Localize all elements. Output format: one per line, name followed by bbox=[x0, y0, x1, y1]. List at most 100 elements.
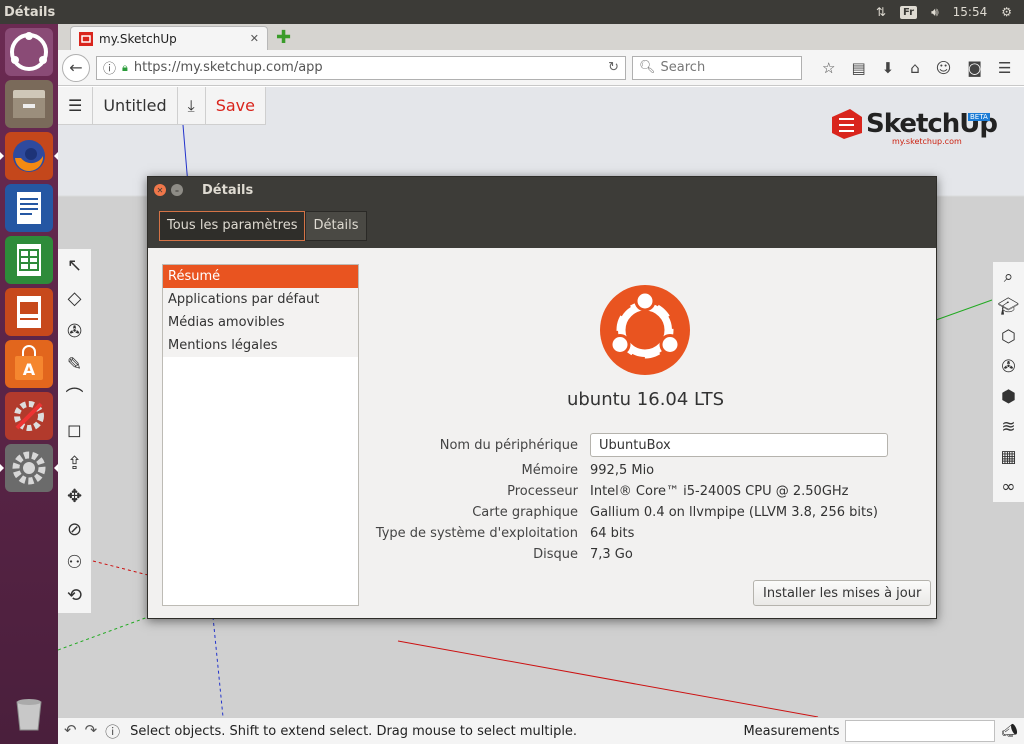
chat-icon[interactable]: ☺ bbox=[936, 59, 952, 77]
distro-name: ubuntu 16.04 LTS bbox=[566, 389, 725, 410]
sketchup-favicon-icon bbox=[79, 31, 93, 46]
hamburger-menu-icon[interactable]: ☰ bbox=[58, 87, 94, 124]
push-pull-icon[interactable]: ⇪ bbox=[63, 453, 87, 475]
ubuntu-logo-icon bbox=[600, 285, 690, 375]
info-key: Disque bbox=[533, 547, 578, 562]
sidebar-item-removable-media[interactable]: Médias amovibles bbox=[163, 311, 358, 334]
keyboard-layout-indicator[interactable]: Fr bbox=[899, 5, 918, 19]
device-name-field[interactable]: UbuntuBox bbox=[590, 433, 888, 457]
walk-tool-icon[interactable]: ⚇ bbox=[63, 552, 87, 574]
reading-list-icon[interactable]: ▤ bbox=[851, 59, 865, 77]
undo-icon[interactable]: ↶ bbox=[64, 721, 77, 742]
system-tools-icon[interactable] bbox=[5, 392, 53, 440]
info-icon[interactable]: ⓘ bbox=[103, 58, 116, 77]
software-center-icon[interactable]: A bbox=[5, 340, 53, 388]
instructor-icon[interactable]: 🎓︎ bbox=[998, 296, 1020, 318]
calc-app-icon[interactable] bbox=[5, 236, 53, 284]
save-button[interactable]: Save bbox=[206, 87, 266, 124]
tape-measure-icon[interactable]: ⊘ bbox=[63, 519, 87, 541]
install-updates-button[interactable]: Installer les mises à jour bbox=[753, 580, 932, 606]
launcher: A bbox=[0, 24, 58, 744]
info-key: Processeur bbox=[507, 484, 578, 499]
dialog-toolbar: Tous les paramètres Détails bbox=[148, 203, 936, 248]
rectangle-tool-icon[interactable]: ◻ bbox=[63, 420, 87, 442]
search-input[interactable]: 🔍︎ Search bbox=[632, 55, 802, 80]
help-icon[interactable]: ⓘ bbox=[105, 721, 120, 742]
info-value: 7,3 Go bbox=[590, 547, 633, 562]
measurements-label: Measurements bbox=[743, 723, 840, 739]
arc-tool-icon[interactable]: ⌒ bbox=[63, 387, 87, 409]
sidebar-item-default-apps[interactable]: Applications par défaut bbox=[163, 288, 358, 311]
dash-button[interactable] bbox=[5, 28, 53, 76]
close-window-icon[interactable]: ✕ bbox=[154, 184, 166, 196]
lock-icon: 🔒︎ bbox=[122, 60, 128, 74]
network-icon[interactable]: ⇅ bbox=[876, 5, 886, 19]
download-model-icon[interactable]: ⤓ bbox=[178, 87, 206, 124]
new-tab-icon[interactable]: ✚ bbox=[276, 27, 291, 48]
all-settings-button[interactable]: Tous les paramètres bbox=[159, 210, 306, 241]
info-row-graphics: Carte graphique Gallium 0.4 on llvmpipe … bbox=[318, 502, 888, 523]
system-info: Nom du périphérique UbuntuBox Mémoire 99… bbox=[318, 432, 888, 565]
feedback-megaphone-icon[interactable]: 📣︎ bbox=[1001, 724, 1018, 739]
close-tab-icon[interactable]: ✕ bbox=[250, 32, 259, 45]
details-breadcrumb-button[interactable]: Détails bbox=[305, 210, 367, 241]
measurements-input[interactable] bbox=[845, 720, 996, 742]
tab-title: my.SketchUp bbox=[99, 31, 177, 46]
search-icon: 🔍︎ bbox=[639, 60, 656, 75]
back-button[interactable]: ← bbox=[62, 53, 90, 82]
components-icon[interactable]: ⬡ bbox=[1001, 326, 1016, 348]
trash-icon[interactable] bbox=[5, 690, 53, 738]
clock[interactable]: 15:54 bbox=[953, 5, 988, 19]
url-bar[interactable]: ⓘ 🔒︎ https://my.sketchup.com/app ↻ bbox=[96, 55, 626, 80]
orbit-tool-icon[interactable]: ⟲ bbox=[63, 585, 87, 607]
sketchup-logo-icon bbox=[832, 109, 862, 139]
nav-bar: ← ⓘ 🔒︎ https://my.sketchup.com/app ↻ 🔍︎ … bbox=[58, 50, 1024, 86]
panels-toolbar: ⌕ 🎓︎ ⬡ ✇ ⬢ ≋ ▦ ∞ bbox=[992, 262, 1024, 502]
sketchup-topbar: ☰ Untitled ⤓ Save bbox=[58, 87, 266, 125]
paint-bucket-icon[interactable]: ✇ bbox=[63, 321, 87, 343]
dialog-body: Résumé Applications par défaut Médias am… bbox=[148, 248, 936, 618]
beta-badge: BETA bbox=[968, 113, 990, 121]
info-row-processor: Processeur Intel® Core™ i5-2400S CPU @ 2… bbox=[318, 481, 888, 502]
styles-icon[interactable]: ⬢ bbox=[1001, 386, 1016, 408]
search-placeholder: Search bbox=[660, 60, 706, 75]
home-icon[interactable]: ⌂ bbox=[910, 59, 920, 77]
tools-palette: ↖ ◇ ✇ ✎ ⌒ ◻ ⇪ ✥ ⊘ ⚇ ⟲ bbox=[58, 249, 92, 613]
tab-mysketchup[interactable]: my.SketchUp ✕ bbox=[70, 26, 268, 50]
menu-icon[interactable]: ☰ bbox=[998, 59, 1011, 77]
info-key: Carte graphique bbox=[472, 505, 578, 520]
status-bar: ↶ ↷ ⓘ Select objects. Shift to extend se… bbox=[58, 717, 1024, 744]
info-key: Type de système d'exploitation bbox=[375, 526, 578, 541]
power-icon[interactable]: ⚙ bbox=[1001, 5, 1012, 19]
redo-icon[interactable]: ↷ bbox=[85, 721, 98, 742]
display-icon[interactable]: ∞ bbox=[1001, 476, 1015, 498]
download-icon[interactable]: ⬇ bbox=[882, 59, 895, 77]
pocket-icon[interactable]: ◙ bbox=[967, 59, 982, 77]
document-title[interactable]: Untitled bbox=[93, 87, 178, 124]
ubuntu-logo-icon bbox=[10, 32, 48, 71]
writer-app-icon[interactable] bbox=[5, 184, 53, 232]
system-settings-icon[interactable] bbox=[0, 444, 58, 492]
materials-icon[interactable]: ✇ bbox=[1001, 356, 1015, 378]
search-3d-icon[interactable]: ⌕ bbox=[1004, 266, 1014, 288]
volume-icon[interactable]: 🔊︎ bbox=[931, 5, 939, 20]
top-panel: Détails ⇅ Fr 🔊︎ 15:54 ⚙ bbox=[0, 0, 1024, 24]
firefox-app-icon[interactable] bbox=[0, 132, 58, 180]
minimize-window-icon[interactable]: – bbox=[171, 184, 183, 196]
layers-icon[interactable]: ≋ bbox=[1001, 416, 1015, 438]
toolbar-icons: ☆ ▤ ⬇ ⌂ ☺ ◙ ☰ bbox=[822, 59, 1011, 77]
reload-icon[interactable]: ↻ bbox=[608, 60, 619, 75]
eraser-tool-icon[interactable]: ◇ bbox=[63, 288, 87, 310]
files-app-icon[interactable] bbox=[5, 80, 53, 128]
impress-app-icon[interactable] bbox=[5, 288, 53, 336]
info-row-os-type: Type de système d'exploitation 64 bits bbox=[318, 523, 888, 544]
details-dialog: ✕ – Détails Tous les paramètres Détails … bbox=[147, 176, 937, 619]
device-name-row: Nom du périphérique UbuntuBox bbox=[318, 432, 888, 458]
select-tool-icon[interactable]: ↖ bbox=[63, 255, 87, 277]
move-tool-icon[interactable]: ✥ bbox=[63, 486, 87, 508]
scenes-icon[interactable]: ▦ bbox=[1000, 446, 1016, 468]
bookmark-star-icon[interactable]: ☆ bbox=[822, 59, 835, 77]
sidebar-item-legal[interactable]: Mentions légales bbox=[163, 334, 358, 357]
pencil-tool-icon[interactable]: ✎ bbox=[63, 354, 87, 376]
sidebar-item-resume[interactable]: Résumé bbox=[163, 265, 358, 288]
